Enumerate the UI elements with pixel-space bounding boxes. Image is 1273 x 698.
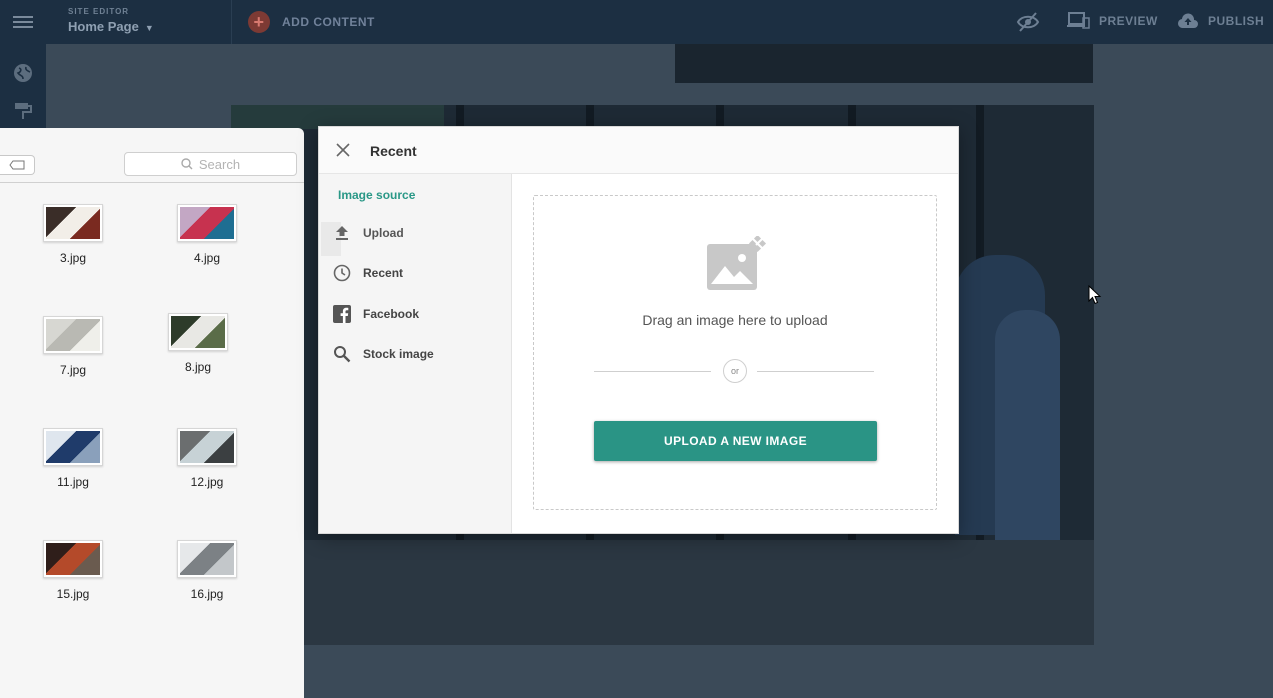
cloud-upload-icon xyxy=(1177,13,1198,29)
file-thumbnail xyxy=(43,428,103,466)
dialog-header: Recent xyxy=(319,127,958,174)
file-thumbnail xyxy=(43,316,103,354)
top-bar: SITE EDITOR Home Page ▼ + ADD CONTENT PRE… xyxy=(0,0,1273,44)
search-placeholder: Search xyxy=(198,156,241,172)
source-upload[interactable]: Upload xyxy=(319,216,511,256)
upload-new-image-button[interactable]: UPLOAD A NEW IMAGE xyxy=(594,421,877,461)
or-label: or xyxy=(723,359,747,383)
file-item[interactable]: 11.jpg xyxy=(28,428,118,489)
source-facebook[interactable]: Facebook xyxy=(319,297,511,331)
file-item[interactable]: 12.jpg xyxy=(162,428,252,489)
file-thumbnail xyxy=(177,204,237,242)
or-divider: or xyxy=(594,359,876,383)
hero-person-silhouette xyxy=(995,310,1060,540)
preview-button[interactable]: PREVIEW xyxy=(1066,12,1158,30)
tag-button[interactable] xyxy=(0,155,35,175)
chevron-down-icon: ▼ xyxy=(144,23,154,33)
file-item[interactable]: 4.jpg xyxy=(162,204,252,265)
source-label: Upload xyxy=(363,226,404,240)
divider xyxy=(231,0,232,44)
image-drop-zone[interactable]: Drag an image here to upload or UPLOAD A… xyxy=(533,195,937,510)
file-browser-toolbar: Search xyxy=(0,128,304,183)
file-thumbnail xyxy=(177,540,237,578)
image-picker-dialog: Recent Image source Upload Recent Facebo… xyxy=(318,126,959,534)
source-label: Facebook xyxy=(363,307,420,321)
globe-icon[interactable] xyxy=(13,63,33,83)
page-selector-label: Home Page xyxy=(68,19,139,34)
file-name: 7.jpg xyxy=(59,363,87,377)
add-content-label: ADD CONTENT xyxy=(282,15,375,29)
image-placeholder-icon xyxy=(706,234,768,292)
file-name: 12.jpg xyxy=(190,475,224,489)
file-thumbnail xyxy=(43,540,103,578)
source-label: Recent xyxy=(363,266,404,280)
file-name: 3.jpg xyxy=(59,251,87,265)
file-item[interactable]: 3.jpg xyxy=(28,204,118,265)
file-item[interactable]: 8.jpg xyxy=(153,313,243,374)
file-name: 15.jpg xyxy=(56,587,90,601)
search-field[interactable]: Search xyxy=(124,152,297,176)
preview-label: PREVIEW xyxy=(1099,14,1158,28)
publish-label: PUBLISH xyxy=(1208,14,1265,28)
file-name: 8.jpg xyxy=(184,360,212,374)
source-stock-image[interactable]: Stock image xyxy=(319,337,511,371)
file-item[interactable]: 16.jpg xyxy=(162,540,252,601)
page-selector[interactable]: Home Page ▼ xyxy=(68,19,154,34)
source-label: Stock image xyxy=(363,347,434,361)
image-source-heading: Image source xyxy=(338,188,416,202)
canvas-header-image xyxy=(675,44,1093,83)
add-content-button[interactable]: + ADD CONTENT xyxy=(248,10,375,34)
file-item[interactable]: 7.jpg xyxy=(28,316,118,377)
file-thumbnail xyxy=(177,428,237,466)
file-name: 16.jpg xyxy=(190,587,224,601)
source-recent[interactable]: Recent xyxy=(319,256,511,290)
search-icon xyxy=(181,158,193,170)
file-thumbnail xyxy=(168,313,228,351)
devices-icon xyxy=(1067,12,1090,29)
site-editor-label: SITE EDITOR xyxy=(68,7,130,16)
file-name: 4.jpg xyxy=(193,251,221,265)
search-icon xyxy=(333,345,351,363)
file-name: 11.jpg xyxy=(57,475,89,489)
paint-roller-icon[interactable] xyxy=(13,101,33,121)
close-icon[interactable] xyxy=(335,142,351,158)
drag-instruction-text: Drag an image here to upload xyxy=(642,312,828,328)
plus-icon: + xyxy=(248,11,270,33)
tag-icon xyxy=(9,160,25,170)
hide-eye-icon[interactable] xyxy=(1016,11,1040,33)
file-thumbnail xyxy=(43,204,103,242)
dialog-title: Recent xyxy=(370,143,417,159)
upload-icon xyxy=(333,224,351,242)
canvas-lower-image xyxy=(304,540,1094,645)
menu-icon[interactable] xyxy=(13,13,33,31)
file-browser-panel: Search 3.jpg 4.jpg 7.jpg 8.jpg 11.jpg 12… xyxy=(0,128,304,698)
publish-button[interactable]: PUBLISH xyxy=(1177,12,1264,30)
mouse-cursor-icon xyxy=(1088,284,1102,310)
clock-icon xyxy=(333,264,351,282)
file-item[interactable]: 15.jpg xyxy=(28,540,118,601)
image-source-sidebar: Image source Upload Recent Facebook Stoc… xyxy=(319,174,512,533)
facebook-icon xyxy=(333,305,351,323)
